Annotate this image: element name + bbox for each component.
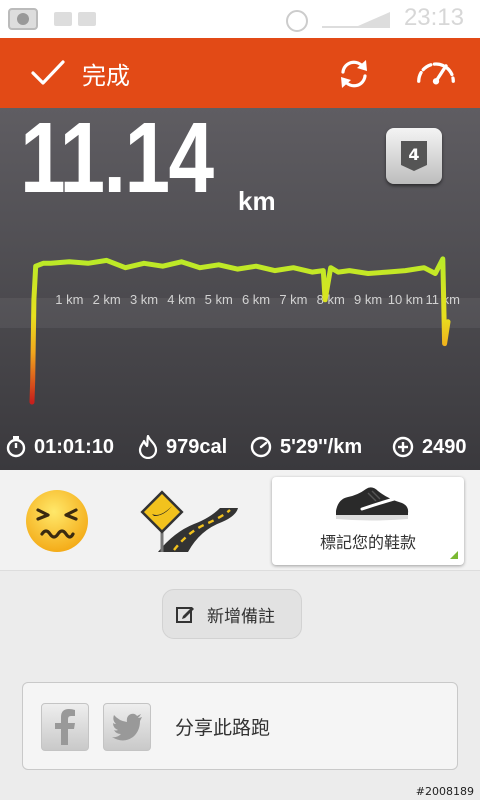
facebook-icon (55, 709, 75, 745)
fuel-stat: 2490 (392, 436, 467, 459)
calories-value: 979cal (166, 435, 228, 458)
road-terrain-icon[interactable] (138, 488, 242, 554)
edit-note-icon (176, 607, 194, 623)
duration-stat: 01:01:10 (6, 436, 114, 459)
run-summary-panel: 1 km 2 km 3 km 4 km 5 km 6 km 7 km 8 km 9 km 10 k… (0, 108, 480, 470)
shoe-icon (336, 487, 409, 521)
level-number: 4 (401, 141, 427, 171)
corner-indicator-icon (450, 551, 458, 559)
tag-shoe-label: 標記您的鞋款 (319, 533, 416, 552)
note-row: 新增備註 (0, 570, 480, 655)
stats-row: 01:01:10 979cal 5'29''/km 2490 (0, 430, 480, 464)
tag-shoe-button[interactable]: 標記您的鞋款 (272, 477, 464, 565)
status-time: 23:13 (403, 4, 464, 31)
pace-gauge-icon (250, 436, 272, 458)
pace-value: 5'29''/km (280, 435, 363, 458)
speedometer-button[interactable] (416, 54, 456, 94)
add-note-label: 新增備註 (207, 606, 275, 627)
done-label: 完成 (82, 61, 130, 90)
distance-value: 11.14 (20, 102, 214, 214)
stopwatch-icon (6, 436, 26, 458)
km-label: 4 km (167, 292, 195, 307)
share-label: 分享此路跑 (175, 717, 271, 739)
share-run-button[interactable]: 分享此路跑 (22, 682, 458, 770)
nikefuel-icon (392, 436, 414, 458)
km-label: 10 km (388, 292, 423, 307)
facebook-button[interactable] (41, 703, 89, 751)
notification-icon (54, 12, 72, 26)
flame-icon (138, 435, 158, 459)
watermark: #2008189 (415, 785, 474, 798)
km-label: 5 km (205, 292, 233, 307)
mood-emoji-icon[interactable] (24, 488, 90, 554)
km-label: 2 km (93, 292, 121, 307)
sync-button[interactable] (334, 54, 374, 94)
sync-icon (341, 60, 367, 88)
twitter-button[interactable] (103, 703, 151, 751)
done-button[interactable]: 完成 (30, 52, 130, 94)
alarm-icon (286, 10, 308, 32)
level-badge[interactable]: 4 (386, 128, 442, 184)
km-label: 8 km (317, 292, 345, 307)
pace-stat: 5'29''/km (250, 436, 362, 459)
duration-value: 01:01:10 (34, 435, 115, 458)
checkmark-icon (31, 60, 65, 85)
distance-unit: km (238, 186, 276, 216)
signal-icon (322, 12, 390, 28)
run-details-row: 標記您的鞋款 (0, 470, 480, 570)
pace-line (29, 256, 451, 405)
gallery-notification-icon (8, 8, 38, 30)
fuel-value: 2490 (422, 435, 467, 458)
km-label: 6 km (242, 292, 270, 307)
calories-stat: 979cal (138, 435, 227, 459)
km-label: 1 km (55, 292, 83, 307)
top-bar: 完成 (0, 38, 480, 108)
km-label: 3 km (130, 292, 158, 307)
speedometer-icon (417, 62, 455, 85)
km-label: 7 km (279, 292, 307, 307)
add-note-button[interactable]: 新增備註 (162, 589, 302, 639)
notification-icon (78, 12, 96, 26)
km-label: 9 km (354, 292, 382, 307)
twitter-icon (112, 713, 142, 741)
status-bar: 23:13 (0, 0, 480, 38)
